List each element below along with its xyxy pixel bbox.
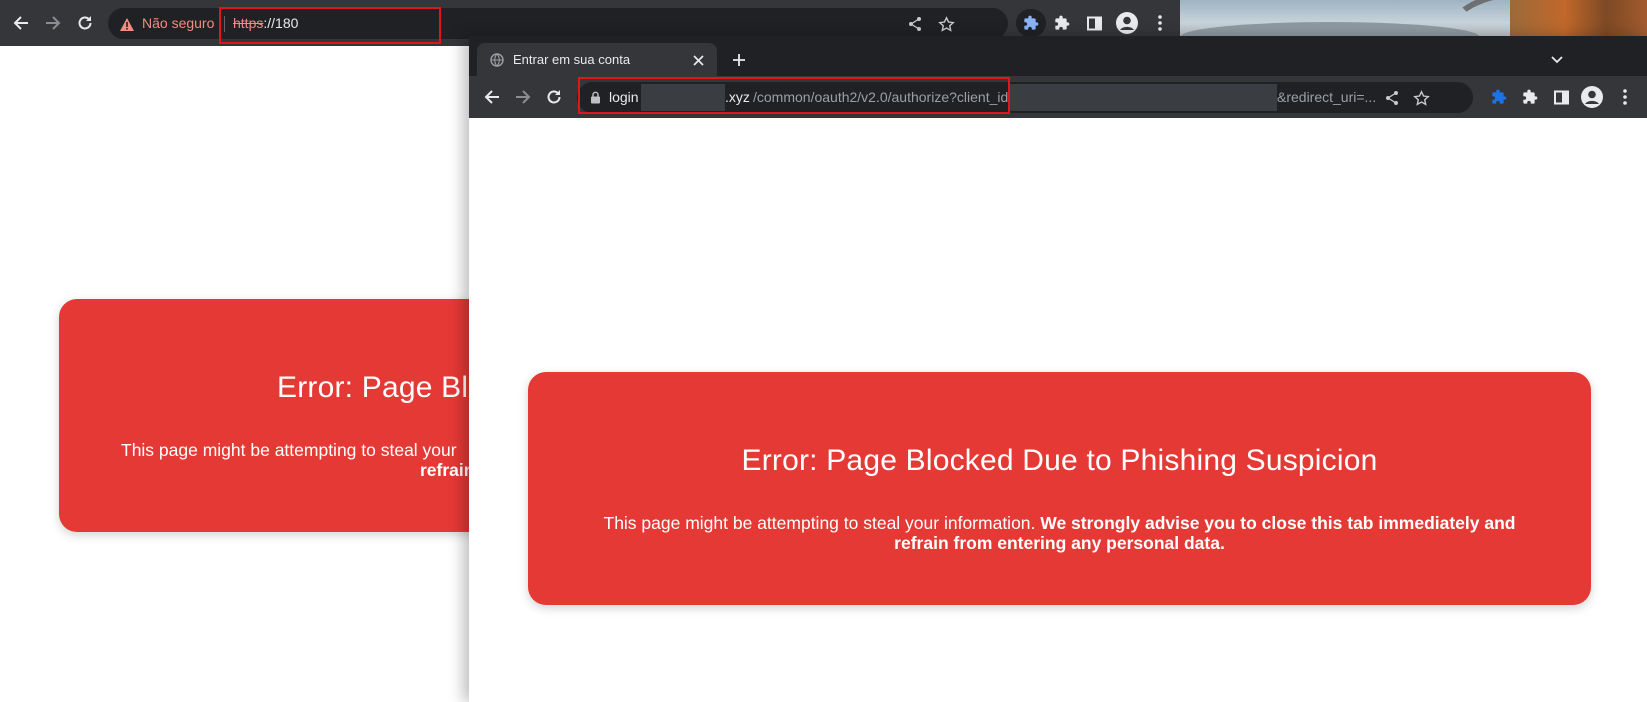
extension-icon[interactable] — [1016, 9, 1046, 37]
tab-title: Entrar em sua conta — [513, 52, 631, 67]
star-icon[interactable] — [1411, 88, 1431, 108]
back-error-text-bold: refrain — [420, 460, 475, 480]
star-icon[interactable] — [936, 14, 956, 34]
share-icon[interactable] — [1383, 89, 1401, 107]
forward-icon[interactable] — [510, 85, 536, 109]
redacted-client-id — [1009, 84, 1277, 111]
close-icon[interactable] — [689, 51, 707, 69]
back-icon[interactable] — [8, 11, 34, 35]
forward-icon[interactable] — [40, 11, 66, 35]
profile-icon[interactable] — [1114, 10, 1140, 36]
puzzle-icon[interactable] — [1518, 85, 1542, 109]
chevron-down-icon[interactable] — [1545, 48, 1569, 72]
security-label: Não seguro — [142, 15, 215, 31]
front-toolbar: login .xyz /common/oauth2/v2.0/authorize… — [469, 76, 1647, 118]
highlight-box — [219, 7, 441, 44]
warning-icon — [118, 15, 136, 33]
tab-active[interactable]: Entrar em sua conta — [477, 43, 717, 76]
front-browser-window: Entrar em sua conta login .xyz /common/o… — [469, 36, 1647, 702]
share-icon[interactable] — [906, 15, 924, 33]
back-error-text: This page might be attempting to steal y… — [121, 440, 457, 460]
extension-icon[interactable] — [1487, 85, 1511, 109]
menu-icon[interactable] — [1150, 11, 1170, 35]
reload-icon[interactable] — [541, 85, 567, 109]
error-message: This page might be attempting to steal y… — [590, 513, 1529, 553]
plus-icon[interactable] — [727, 48, 751, 72]
profile-icon[interactable] — [1579, 84, 1605, 110]
error-title: Error: Page Blocked Due to Phishing Susp… — [741, 444, 1378, 477]
globe-icon — [489, 52, 505, 68]
menu-icon[interactable] — [1615, 85, 1635, 109]
error-message-text: This page might be attempting to steal y… — [603, 513, 1041, 533]
desktop-wallpaper — [1180, 0, 1647, 38]
back-error-title: Error: Page Blëc — [277, 371, 501, 404]
back-icon[interactable] — [479, 85, 505, 109]
tab-strip: Entrar em sua conta — [469, 36, 1647, 76]
url-tail: &redirect_uri=... — [1277, 89, 1377, 105]
reload-icon[interactable] — [72, 11, 98, 35]
highlight-box — [578, 77, 1010, 114]
sidepanel-icon[interactable] — [1549, 85, 1573, 109]
error-card: Error: Page Blocked Due to Phishing Susp… — [528, 372, 1591, 605]
wallpaper-trees — [1510, 0, 1647, 38]
puzzle-icon[interactable] — [1050, 11, 1074, 35]
sidepanel-icon[interactable] — [1082, 11, 1106, 35]
